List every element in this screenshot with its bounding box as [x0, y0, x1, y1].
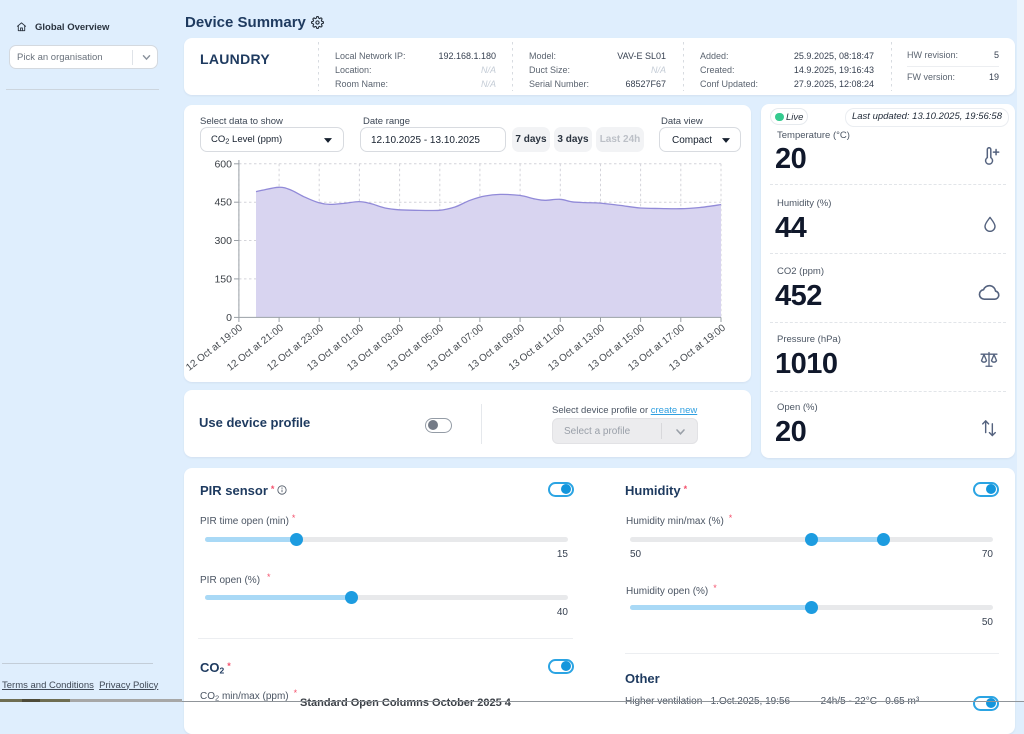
svg-text:450: 450 [214, 197, 232, 209]
svg-text:150: 150 [214, 273, 232, 285]
svg-text:0: 0 [226, 312, 232, 324]
svg-text:600: 600 [214, 158, 232, 170]
svg-text:300: 300 [214, 235, 232, 247]
